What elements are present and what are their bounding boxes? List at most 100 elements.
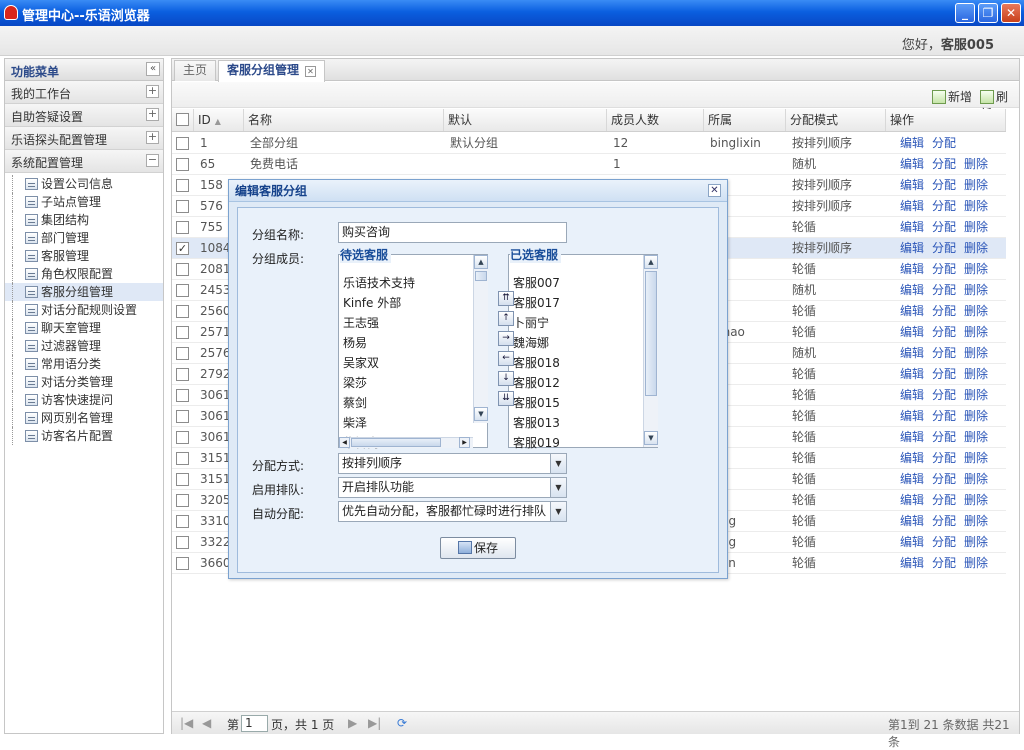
op-link[interactable]: 删除 (964, 199, 988, 213)
selected-agent-item[interactable]: 卜丽宁 (513, 313, 549, 333)
op-link[interactable]: 删除 (964, 283, 988, 297)
row-checkbox[interactable] (176, 431, 189, 444)
op-link[interactable]: 编辑 (900, 472, 924, 486)
close-tab-icon[interactable]: ✕ (305, 66, 317, 77)
pager-refresh-icon[interactable]: ⟳ (397, 716, 407, 730)
op-link[interactable]: 删除 (964, 514, 988, 528)
close-window-button[interactable]: ✕ (1001, 3, 1021, 23)
sidebar-group[interactable]: 我的工作台 + (5, 81, 163, 104)
selected-agent-item[interactable]: 魏海娜 (513, 333, 549, 353)
sidebar-item[interactable]: 访客快速提问 (5, 391, 163, 409)
selected-agent-item[interactable]: 客服017 (513, 293, 560, 313)
table-row[interactable]: 65 免费电话 1 随机 编辑 分配 删除 (172, 154, 1006, 175)
select-all-checkbox[interactable] (176, 113, 189, 126)
page-number-input[interactable]: 1 (241, 715, 268, 732)
add-button[interactable]: 新增 (932, 88, 972, 105)
op-link[interactable]: 删除 (964, 451, 988, 465)
last-page-button[interactable]: ▶| (368, 716, 381, 730)
row-checkbox[interactable] (176, 137, 189, 150)
op-link[interactable]: 编辑 (900, 157, 924, 171)
available-agent-item[interactable]: 蔡剑 (343, 393, 367, 413)
op-link[interactable]: 编辑 (900, 346, 924, 360)
selected-agent-item[interactable]: 客服015 (513, 393, 560, 413)
sidebar-group[interactable]: 自助答疑设置 + (5, 104, 163, 127)
expand-toggle-icon[interactable]: − (146, 154, 159, 167)
available-list-scrollbar[interactable]: ▲ ▼ (473, 255, 488, 423)
row-checkbox[interactable] (176, 347, 189, 360)
sidebar-item[interactable]: 集团结构 (5, 211, 163, 229)
op-link[interactable]: 分配 (932, 430, 956, 444)
op-link[interactable]: 分配 (932, 262, 956, 276)
row-checkbox[interactable] (176, 557, 189, 570)
row-checkbox[interactable] (176, 452, 189, 465)
available-agent-item[interactable]: 吴家双 (343, 353, 379, 373)
minimize-button[interactable]: _ (955, 3, 975, 23)
available-agent-item[interactable]: 王志强 (343, 313, 379, 333)
row-checkbox[interactable] (176, 494, 189, 507)
sidebar-group[interactable]: 系统配置管理 − (5, 150, 163, 173)
move-bottom-button[interactable]: ⇊ (498, 391, 514, 406)
row-checkbox[interactable] (176, 368, 189, 381)
column-header[interactable]: 默认 (444, 109, 607, 131)
op-link[interactable]: 删除 (964, 178, 988, 192)
row-checkbox[interactable] (176, 410, 189, 423)
column-header[interactable]: 所属 (704, 109, 786, 131)
op-link[interactable]: 编辑 (900, 493, 924, 507)
op-link[interactable]: 编辑 (900, 535, 924, 549)
op-link[interactable]: 分配 (932, 325, 956, 339)
scroll-down-icon[interactable]: ▼ (474, 407, 488, 421)
op-link[interactable]: 删除 (964, 556, 988, 570)
column-header[interactable]: 分配模式 (786, 109, 886, 131)
op-link[interactable]: 分配 (932, 241, 956, 255)
selected-agents-list[interactable]: 客服007 客服017 卜丽宁 魏海娜 客服018 客服012 客服015 客服013 客服01… (508, 254, 658, 450)
auto-assign-select[interactable]: 优先自动分配，客服都忙碌时进行排队 ▼ (338, 501, 567, 522)
op-link[interactable]: 删除 (964, 346, 988, 360)
op-link[interactable]: 编辑 (900, 556, 924, 570)
op-link[interactable]: 编辑 (900, 241, 924, 255)
op-link[interactable]: 分配 (932, 535, 956, 549)
sidebar-item[interactable]: 部门管理 (5, 229, 163, 247)
hscroll-thumb[interactable] (351, 438, 441, 447)
sidebar-item[interactable]: 客服管理 (5, 247, 163, 265)
op-link[interactable]: 分配 (932, 178, 956, 192)
row-checkbox[interactable] (176, 305, 189, 318)
scroll-right-icon[interactable]: ▶ (459, 437, 470, 448)
row-checkbox[interactable] (176, 515, 189, 528)
op-link[interactable]: 编辑 (900, 283, 924, 297)
row-checkbox[interactable] (176, 536, 189, 549)
first-page-button[interactable]: |◀ (180, 716, 193, 730)
op-link[interactable]: 分配 (932, 136, 956, 150)
row-checkbox[interactable] (176, 389, 189, 402)
expand-toggle-icon[interactable]: + (146, 85, 159, 98)
op-link[interactable]: 分配 (932, 388, 956, 402)
scroll-down-icon[interactable]: ▼ (644, 431, 658, 445)
op-link[interactable]: 分配 (932, 409, 956, 423)
op-link[interactable]: 分配 (932, 199, 956, 213)
move-up-button[interactable]: ↑ (498, 311, 514, 326)
add-agent-button[interactable]: → (498, 331, 514, 346)
queue-select[interactable]: 开启排队功能 ▼ (338, 477, 567, 498)
row-checkbox[interactable] (176, 158, 189, 171)
op-link[interactable]: 删除 (964, 304, 988, 318)
column-header[interactable]: 成员人数 (607, 109, 704, 131)
sidebar-item[interactable]: 客服分组管理 (5, 283, 163, 301)
selected-agent-item[interactable]: 客服012 (513, 373, 560, 393)
row-checkbox[interactable] (176, 284, 189, 297)
op-link[interactable]: 编辑 (900, 199, 924, 213)
op-link[interactable]: 编辑 (900, 136, 924, 150)
sidebar-item[interactable]: 常用语分类 (5, 355, 163, 373)
sidebar-group[interactable]: 乐语探头配置管理 + (5, 127, 163, 150)
maximize-button[interactable]: ❐ (978, 3, 998, 23)
scroll-up-icon[interactable]: ▲ (644, 255, 658, 269)
op-link[interactable]: 分配 (932, 157, 956, 171)
row-checkbox[interactable] (176, 221, 189, 234)
op-link[interactable]: 编辑 (900, 451, 924, 465)
prev-page-button[interactable]: ◀ (202, 716, 211, 730)
expand-toggle-icon[interactable]: + (146, 108, 159, 121)
column-header[interactable]: 名称 (244, 109, 444, 131)
expand-toggle-icon[interactable]: + (146, 131, 159, 144)
op-link[interactable]: 分配 (932, 514, 956, 528)
sidebar-item[interactable]: 子站点管理 (5, 193, 163, 211)
op-link[interactable]: 删除 (964, 325, 988, 339)
selected-agent-item[interactable]: 客服019 (513, 433, 560, 453)
